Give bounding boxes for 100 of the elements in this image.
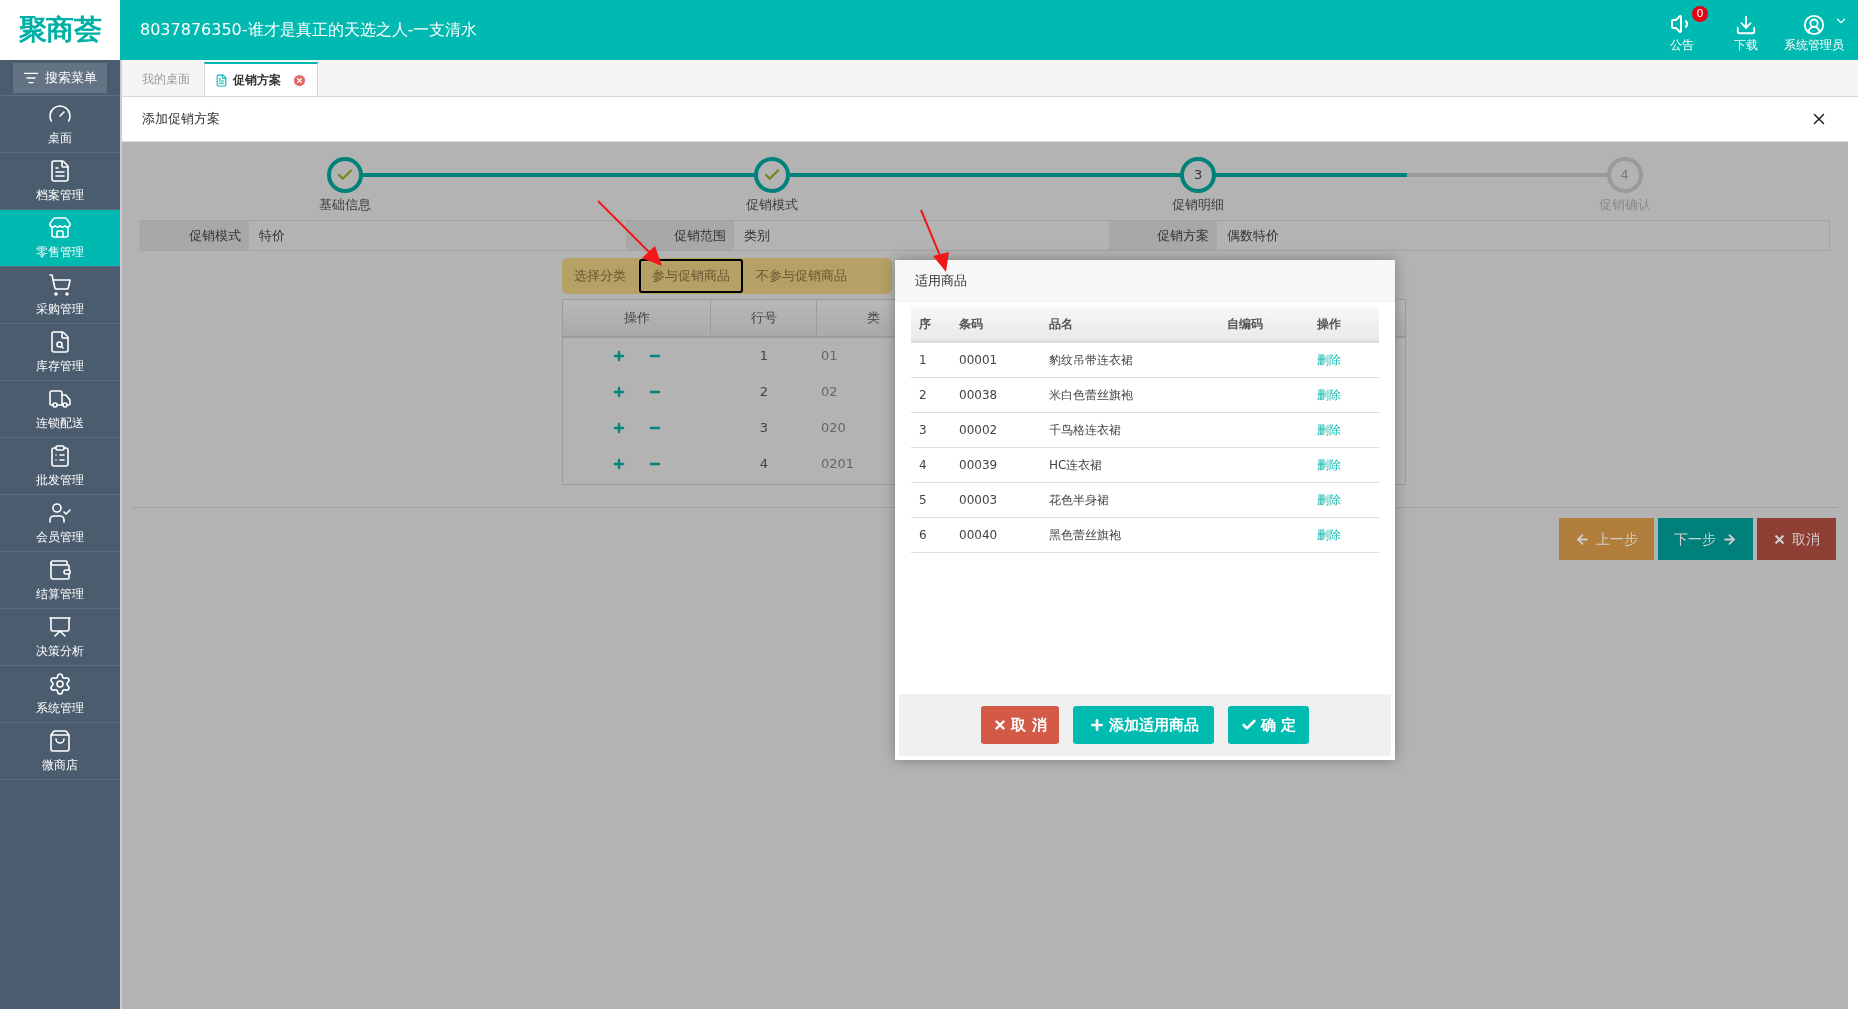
cancel-button[interactable]: 取消 — [1757, 518, 1836, 560]
column-header: 自编码 — [1226, 315, 1263, 333]
step-label: 促销模式 — [745, 196, 798, 214]
table-cell-text: 黑色蕾丝旗袍 — [1048, 527, 1121, 544]
document-icon — [48, 158, 72, 183]
download-icon — [1735, 14, 1757, 36]
table-cell-text: 4 — [918, 457, 927, 474]
window-title: 8037876350-谁才是真正的天选之人-一支清水 — [140, 19, 478, 41]
prev-button[interactable]: 上一步 — [1559, 518, 1654, 560]
column-header: 操作 — [1316, 315, 1341, 333]
column-header: 操作 — [623, 309, 650, 328]
delete-link[interactable]: 删除 — [1317, 421, 1341, 439]
table-cell-text: 4 — [759, 455, 769, 474]
user-menu[interactable]: 系统管理员 — [1784, 12, 1848, 54]
add-row-button[interactable] — [612, 457, 626, 471]
delete-link[interactable]: 删除 — [1317, 456, 1341, 474]
delete-link[interactable]: 删除 — [1317, 491, 1341, 509]
plus-icon — [612, 349, 626, 363]
add-row-button[interactable] — [612, 385, 626, 399]
next-button[interactable]: 下一步 — [1658, 518, 1753, 560]
close-icon — [1773, 532, 1786, 546]
search-menu-button[interactable]: 搜索菜单 — [13, 62, 107, 93]
column-header: 品名 — [1048, 315, 1073, 333]
close-icon — [292, 72, 307, 88]
table-cell-text: 千鸟格连衣裙 — [1048, 422, 1121, 439]
panel-title: 添加促销方案 — [142, 110, 220, 129]
field-value: 类别 — [743, 226, 770, 245]
sidebar-item[interactable]: 库存管理 — [0, 324, 120, 381]
dialog-title: 适用商品 — [915, 271, 967, 290]
notice-badge: 0 — [1692, 6, 1708, 22]
column-header: 行号 — [750, 309, 777, 328]
field-label: 促销模式 — [141, 221, 249, 250]
plus-icon — [612, 457, 626, 471]
logo: 聚商荟 — [19, 12, 101, 48]
sidebar-item[interactable]: 系统管理 — [0, 666, 120, 723]
table-cell-text: 6 — [918, 527, 927, 544]
segment-tab[interactable]: 选择分类 — [563, 259, 637, 293]
table-cell-text: 3 — [759, 419, 769, 438]
table-cell-text: 00039 — [958, 457, 998, 474]
field-label: 促销范围 — [626, 221, 734, 250]
cancel-button[interactable]: 取 消 — [981, 706, 1059, 744]
column-header: 条码 — [958, 315, 983, 333]
column-header: 序 — [918, 315, 931, 333]
document-icon — [215, 73, 228, 87]
step-label: 基础信息 — [319, 196, 372, 214]
table-cell-text: 5 — [918, 492, 927, 509]
download-button[interactable]: 下载 — [1734, 14, 1758, 54]
check-icon — [1240, 717, 1257, 733]
table-cell-text: 1 — [759, 347, 769, 366]
sidebar-item[interactable]: 结算管理 — [0, 552, 120, 609]
table-cell-text: 米白色蕾丝旗袍 — [1048, 387, 1133, 404]
file-search-icon — [48, 329, 72, 354]
table-cell-text: 02 — [820, 383, 838, 402]
table-cell-text: 00001 — [958, 352, 998, 369]
sidebar-item[interactable]: 桌面 — [0, 96, 120, 153]
table-cell-text: 2 — [759, 383, 769, 402]
table-cell-text: 00002 — [958, 422, 998, 439]
table-cell-text: 00040 — [958, 527, 998, 544]
store-icon — [48, 215, 72, 240]
chart-board-icon — [48, 614, 72, 639]
sidebar-item[interactable]: 会员管理 — [0, 495, 120, 552]
table-cell-text: 0201 — [820, 455, 855, 474]
delete-link[interactable]: 删除 — [1317, 351, 1341, 369]
sidebar-item[interactable]: 连锁配送 — [0, 381, 120, 438]
segment-tab[interactable]: 不参与促销商品 — [745, 259, 858, 293]
table-cell-text: 00038 — [958, 387, 998, 404]
table-cell-text: 020 — [820, 419, 846, 438]
sidebar-item[interactable]: 零售管理 — [0, 210, 120, 267]
table-cell-text: 3 — [918, 422, 927, 439]
sidebar-item[interactable]: 采购管理 — [0, 267, 120, 324]
sidebar-item[interactable]: 决策分析 — [0, 609, 120, 666]
table-cell-text: HC连衣裙 — [1048, 457, 1103, 474]
avatar-icon — [1803, 14, 1825, 36]
plus-icon — [612, 385, 626, 399]
confirm-button[interactable]: 确 定 — [1228, 706, 1309, 744]
field-value: 特价 — [258, 226, 285, 245]
table-cell-text: 00003 — [958, 492, 998, 509]
annotation-arrow — [920, 209, 949, 272]
delete-link[interactable]: 删除 — [1317, 526, 1341, 544]
add-button[interactable]: 添加适用商品 — [1073, 706, 1214, 744]
arrow-right-icon — [1722, 531, 1737, 547]
bag-icon — [48, 728, 72, 753]
sidebar-item[interactable]: 批发管理 — [0, 438, 120, 495]
close-icon — [993, 718, 1008, 732]
table-cell-text: 01 — [820, 347, 838, 366]
tab[interactable]: 我的桌面 — [132, 62, 200, 96]
notice-button[interactable]: 公告 0 — [1670, 6, 1708, 54]
tab[interactable]: 促销方案 — [204, 62, 318, 96]
field-label: 促销方案 — [1109, 221, 1217, 250]
sidebar-item[interactable]: 微商店 — [0, 723, 120, 780]
plus-icon — [1088, 717, 1105, 733]
clipboard-icon — [48, 443, 72, 468]
table-cell-text: 2 — [918, 387, 927, 404]
cart-icon — [48, 272, 72, 297]
add-row-button[interactable] — [612, 349, 626, 363]
delete-link[interactable]: 删除 — [1317, 386, 1341, 404]
wallet-icon — [48, 557, 72, 582]
add-row-button[interactable] — [612, 421, 626, 435]
table-cell-text: 豹纹吊带连衣裙 — [1048, 352, 1133, 369]
step-label: 促销明细 — [1172, 196, 1225, 214]
